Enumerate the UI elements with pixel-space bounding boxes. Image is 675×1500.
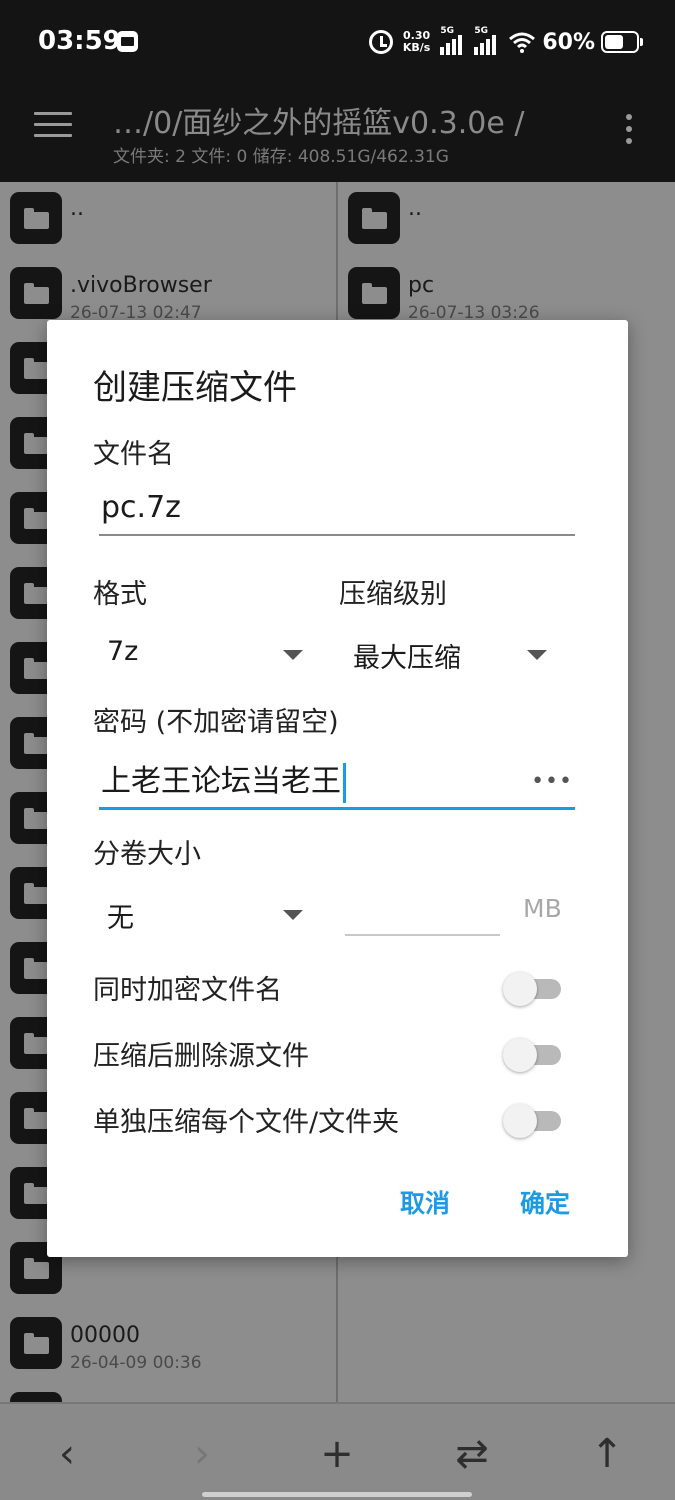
- signal-icon: 5G: [474, 26, 498, 55]
- show-password-icon[interactable]: •••: [531, 754, 573, 810]
- folder-icon: [10, 267, 62, 319]
- bottom-toolbar: ‹ › + ⇄ ↑: [0, 1402, 675, 1500]
- battery-percent: 60%: [542, 29, 595, 55]
- forward-icon[interactable]: ›: [172, 1424, 232, 1484]
- filename-input[interactable]: pc.7z: [99, 480, 575, 536]
- dialog-title: 创建压缩文件: [93, 368, 297, 408]
- list-item[interactable]: 00000 26-04-09 00:36: [0, 1307, 336, 1382]
- wifi-icon: [509, 32, 536, 53]
- file-date: 26-04-09 00:36: [70, 1353, 202, 1373]
- file-name: pc: [408, 273, 435, 298]
- file-name: .vivoBrowser: [70, 273, 212, 298]
- chevron-down-icon: [527, 650, 547, 660]
- format-label: 格式: [93, 579, 147, 610]
- app-bar: …/0/面纱之外的摇篮v0.3.0e / 文件夹: 2 文件: 0 储存: 40…: [0, 80, 675, 182]
- split-size-dropdown[interactable]: 无: [95, 886, 309, 936]
- swap-panes-icon[interactable]: ⇄: [442, 1424, 502, 1484]
- list-item[interactable]: ..: [0, 182, 336, 257]
- create-archive-dialog: 创建压缩文件 文件名 pc.7z 格式 压缩级别 7z 最大压缩 密码 (不加密…: [47, 320, 628, 1257]
- folder-icon: [348, 267, 400, 319]
- compression-level-dropdown[interactable]: 最大压缩: [341, 626, 565, 676]
- toggle-row-encrypt-names: 同时加密文件名: [93, 966, 583, 1010]
- clock: 03:59: [38, 26, 121, 56]
- text-caret: [343, 762, 346, 803]
- format-dropdown[interactable]: 7z: [95, 626, 309, 676]
- alarm-icon: [368, 30, 393, 54]
- status-icons: 0.30 KB/s 5G 5G 60%: [368, 24, 643, 60]
- storage-info: 文件夹: 2 文件: 0 储存: 408.51G/462.31G: [113, 147, 449, 167]
- folder-icon: [10, 192, 62, 244]
- separate-archives-switch[interactable]: [503, 1104, 563, 1138]
- folder-icon: [348, 192, 400, 244]
- signal-icon: 5G: [440, 26, 464, 55]
- network-speed: 0.30 KB/s: [402, 29, 431, 54]
- battery-icon: [601, 31, 643, 53]
- gesture-bar[interactable]: [202, 1492, 472, 1497]
- list-item[interactable]: 我的文件26-04-05 16:57: [0, 1382, 336, 1402]
- ok-button[interactable]: 确定: [520, 1184, 570, 1220]
- chevron-down-icon: [283, 910, 303, 920]
- cancel-button[interactable]: 取消: [400, 1184, 450, 1220]
- more-options-icon[interactable]: [622, 114, 636, 150]
- delete-source-switch[interactable]: [503, 1038, 563, 1072]
- file-name: ..: [408, 196, 422, 221]
- menu-icon[interactable]: [34, 112, 72, 142]
- password-label: 密码 (不加密请留空): [93, 707, 339, 738]
- path-title: …/0/面纱之外的摇篮v0.3.0e /: [113, 106, 525, 141]
- password-input[interactable]: 上老王论坛当老王 •••: [99, 754, 575, 810]
- list-item[interactable]: ..: [338, 182, 675, 257]
- filename-label: 文件名: [93, 439, 174, 470]
- compression-level-label: 压缩级别: [339, 579, 447, 610]
- app-notification-icon: [117, 31, 138, 52]
- chevron-down-icon: [283, 650, 303, 660]
- toggle-row-separate-archives: 单独压缩每个文件/文件夹: [93, 1098, 583, 1142]
- encrypt-filenames-switch[interactable]: [503, 972, 563, 1006]
- add-icon[interactable]: +: [307, 1424, 367, 1484]
- split-size-unit: MB: [523, 894, 562, 923]
- split-size-input[interactable]: [345, 886, 500, 936]
- file-name: ..: [70, 196, 84, 221]
- folder-icon: [10, 1392, 62, 1402]
- toggle-row-delete-source: 压缩后删除源文件: [93, 1032, 583, 1076]
- back-icon[interactable]: ‹: [37, 1424, 97, 1484]
- file-name: 00000: [70, 1323, 140, 1348]
- split-size-label: 分卷大小: [93, 839, 201, 870]
- folder-icon: [10, 1317, 62, 1369]
- status-bar: 03:59 0.30 KB/s 5G 5G 60%: [0, 0, 675, 80]
- up-directory-icon[interactable]: ↑: [577, 1424, 637, 1484]
